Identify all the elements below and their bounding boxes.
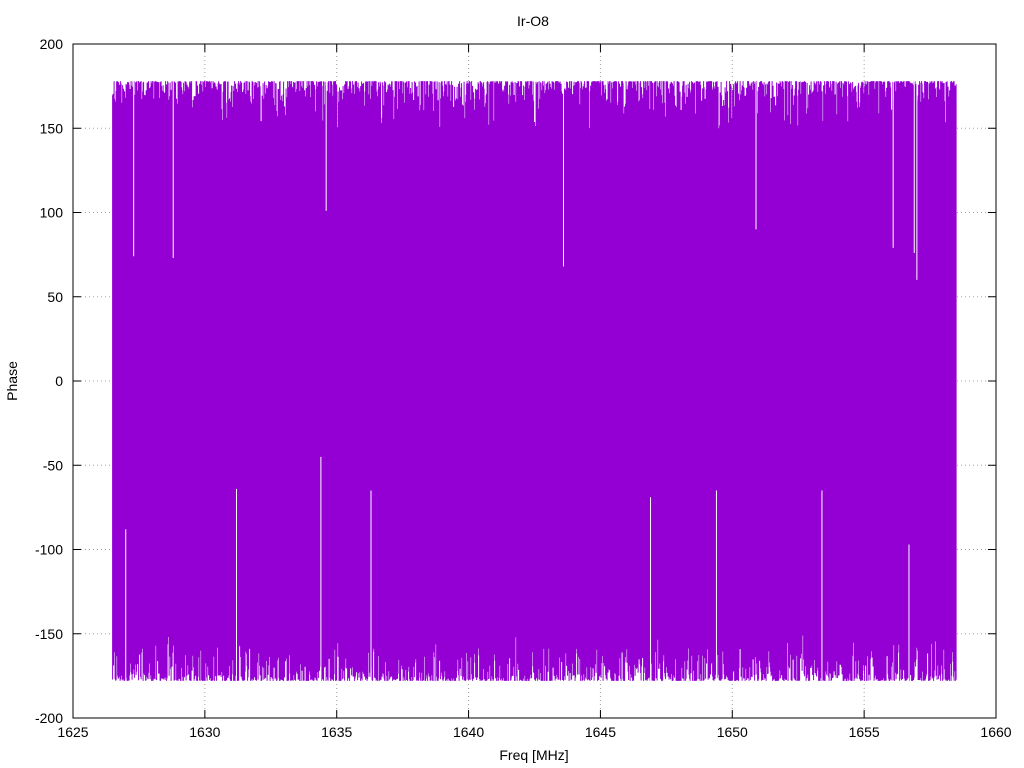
x-tick-label: 1640 — [453, 724, 484, 740]
phase-series — [112, 81, 957, 681]
y-tick-label: -100 — [35, 542, 63, 558]
x-tick-label: 1655 — [849, 724, 880, 740]
y-tick-label: 0 — [55, 373, 63, 389]
y-tick-label: -200 — [35, 710, 63, 726]
x-tick-label: 1645 — [585, 724, 616, 740]
x-axis-label: Freq [MHz] — [499, 747, 568, 763]
x-tick-label: 1630 — [189, 724, 220, 740]
phase-dense-band — [112, 279, 957, 483]
y-tick-label: 100 — [40, 205, 64, 221]
chart-title: Ir-O8 — [517, 13, 549, 29]
y-axis-label: Phase — [4, 361, 20, 401]
x-tick-label: 1635 — [321, 724, 352, 740]
x-tick-label: 1650 — [717, 724, 748, 740]
y-tick-label: 150 — [40, 120, 64, 136]
y-tick-label: -150 — [35, 626, 63, 642]
y-tick-label: -50 — [43, 457, 63, 473]
phase-chart: 1625 1630 1635 1640 1645 1650 1655 1660 200 150 10… — [4, 13, 1012, 763]
x-tick-label: 1625 — [57, 724, 88, 740]
x-tick-label: 1660 — [980, 724, 1011, 740]
y-tick-label: 50 — [47, 289, 63, 305]
y-tick-label: 200 — [40, 36, 64, 52]
